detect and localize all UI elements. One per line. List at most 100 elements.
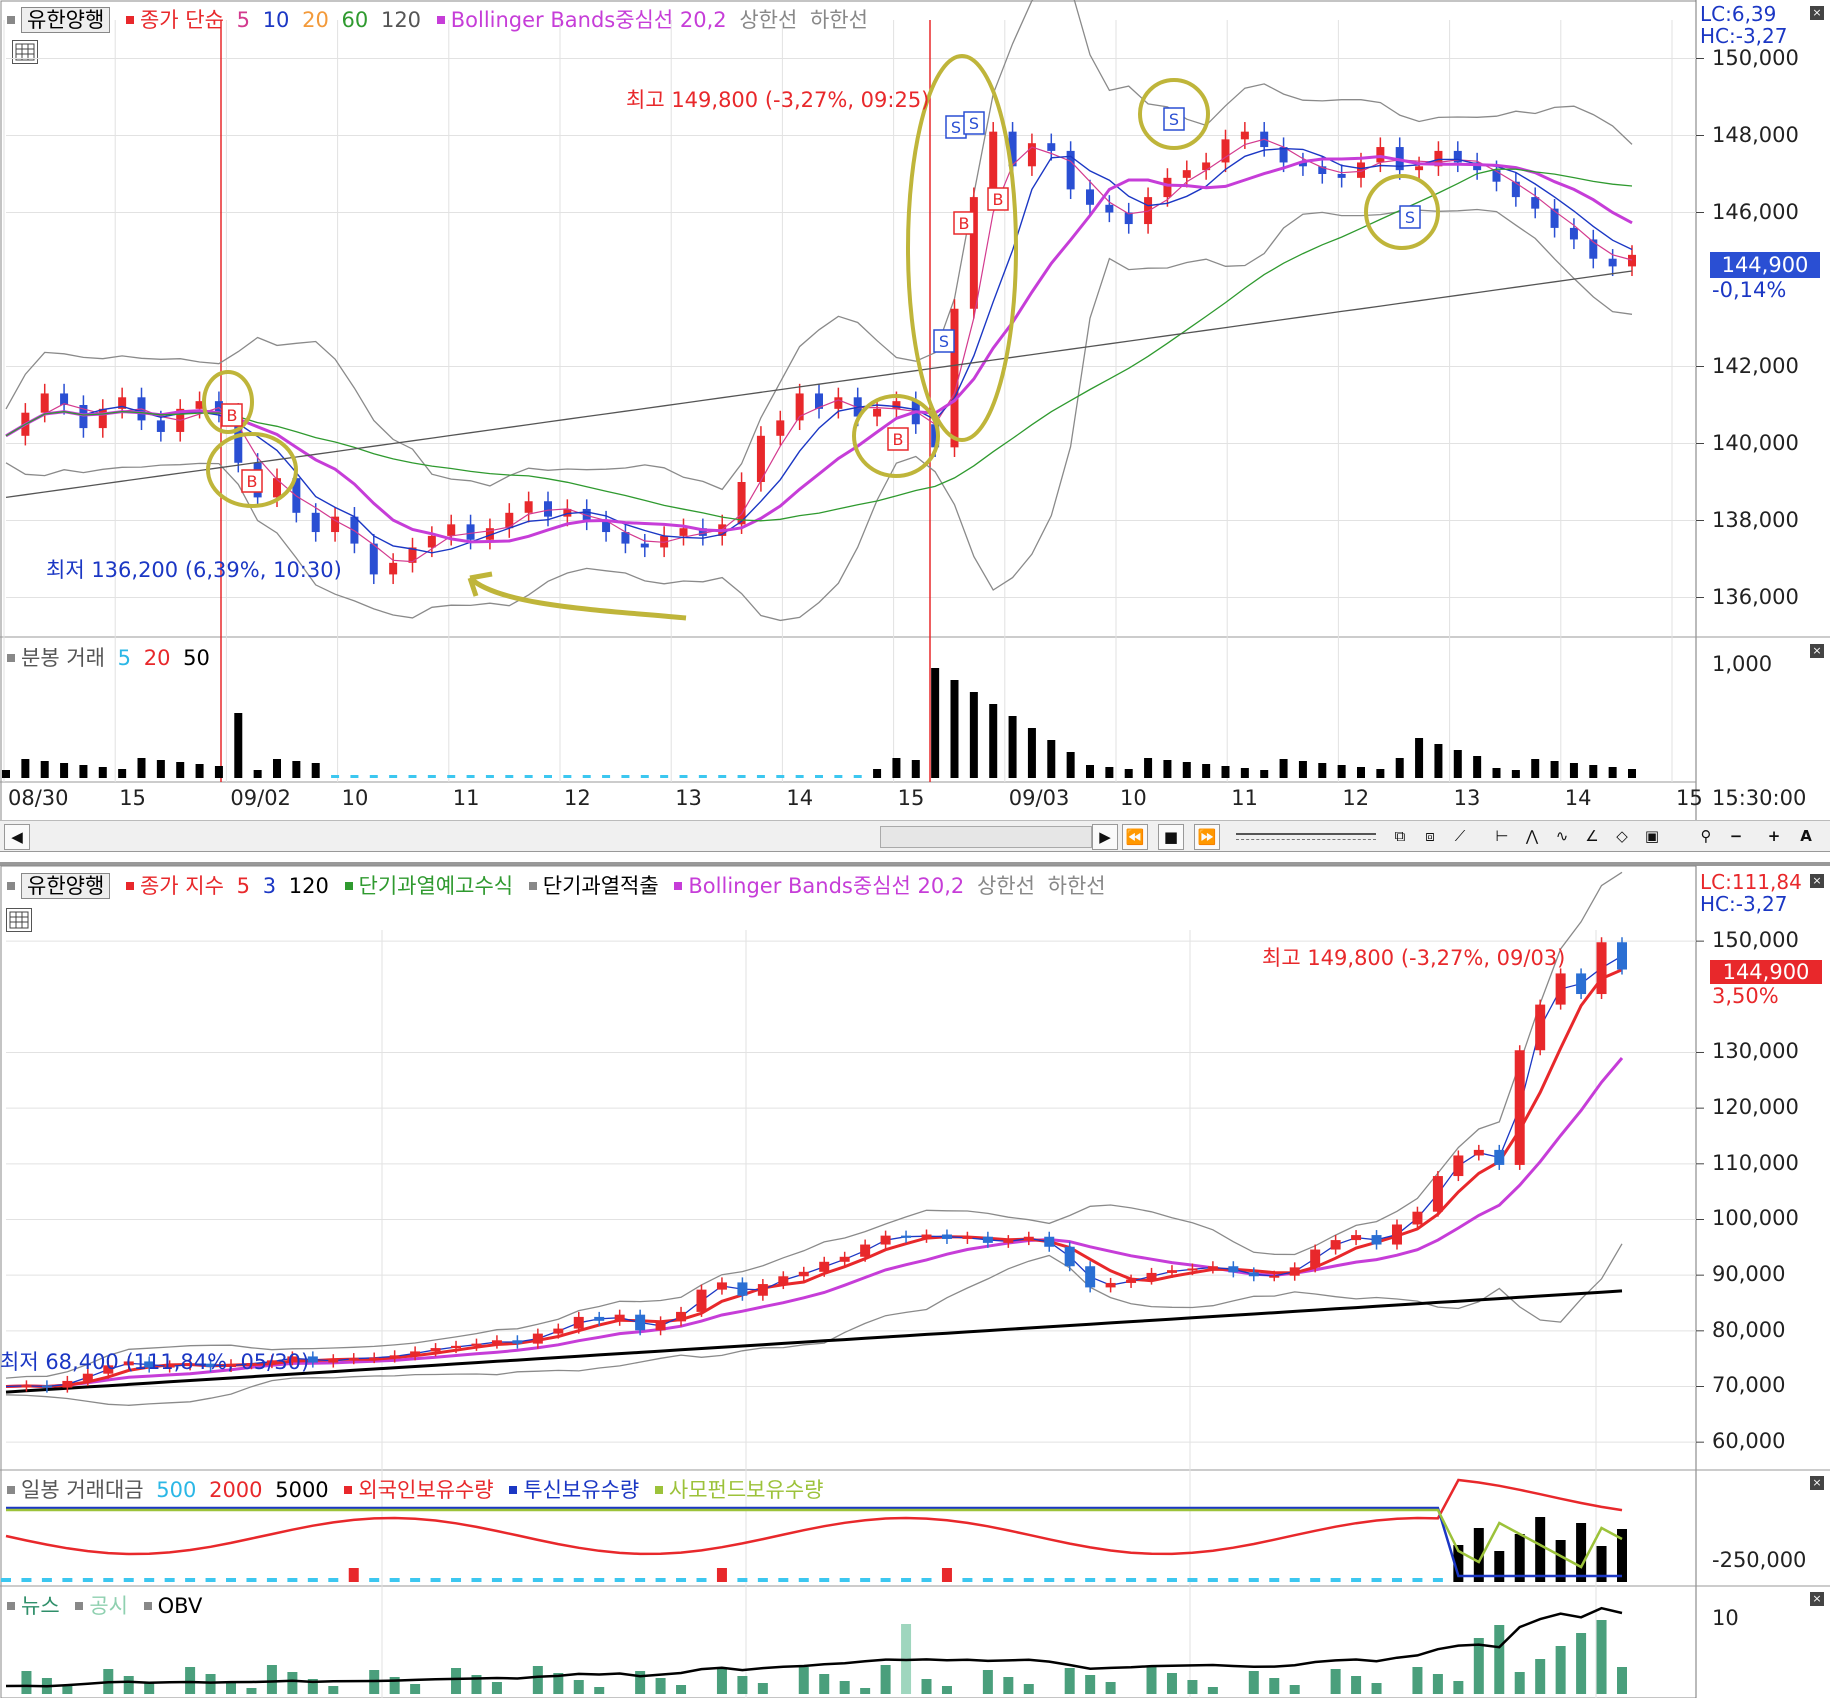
bottom-ma-120[interactable]: 120 bbox=[289, 874, 329, 898]
bottom-y-label: 130,000 bbox=[1712, 1039, 1799, 1064]
bottom-candle-body bbox=[1473, 1149, 1484, 1156]
disclosure-label[interactable]: 공시 bbox=[89, 1594, 128, 1618]
news-bar bbox=[1166, 1673, 1177, 1694]
bottom-candle-body bbox=[512, 1340, 523, 1344]
bottom-bb-upper[interactable]: 상한선 bbox=[977, 874, 1035, 898]
fast-forward-icon[interactable]: ⏩ bbox=[1194, 824, 1220, 850]
news-bar bbox=[1207, 1687, 1218, 1694]
zoom-slider[interactable] bbox=[1236, 833, 1376, 840]
zoom-in-icon[interactable]: + bbox=[1762, 824, 1786, 848]
zoom-out-icon[interactable]: − bbox=[1724, 824, 1748, 848]
pef-holding-label[interactable]: 사모펀드보유수량 bbox=[669, 1478, 824, 1502]
trust-marker-icon bbox=[509, 1486, 518, 1494]
top-vol-ma-50[interactable]: 50 bbox=[183, 646, 210, 670]
bottom-vol-2000[interactable]: 2000 bbox=[209, 1478, 262, 1502]
volume-bar bbox=[331, 775, 340, 778]
overlay-icon[interactable]: ⧈ bbox=[1418, 824, 1442, 848]
volume-close-icon[interactable]: × bbox=[1810, 644, 1824, 658]
bottom-candle-body bbox=[389, 1355, 400, 1358]
obv-label[interactable]: OBV bbox=[158, 1594, 203, 1618]
candle-body bbox=[1376, 147, 1385, 163]
zoom-search-icon[interactable]: ⚲ bbox=[1694, 824, 1718, 848]
horizontal-scrollbar[interactable] bbox=[880, 826, 1092, 848]
trading-value-bar bbox=[287, 1578, 298, 1582]
bottom-y-label: 70,000 bbox=[1712, 1373, 1786, 1398]
trading-value-bar bbox=[266, 1578, 277, 1582]
bottom-bb-label[interactable]: Bollinger Bands중심선 20,2 bbox=[688, 874, 964, 898]
volume-bar bbox=[737, 775, 746, 778]
top-y-label: 142,000 bbox=[1712, 353, 1799, 378]
trading-value-bar bbox=[676, 1578, 687, 1582]
candle-body bbox=[1240, 131, 1249, 140]
volume-bar bbox=[311, 763, 320, 778]
bottom-ma-label[interactable]: 종가 지수 bbox=[140, 874, 224, 898]
ma60-line bbox=[5, 168, 1633, 522]
trading-value-bar bbox=[573, 1578, 584, 1582]
bottom-volume-close-icon[interactable]: × bbox=[1810, 1476, 1824, 1490]
save-chart-icon[interactable]: ▣ bbox=[1640, 824, 1664, 848]
text-tool-icon[interactable]: A bbox=[1794, 824, 1818, 848]
copy-chart-icon[interactable]: ⧉ bbox=[1388, 824, 1412, 848]
bottom-candle-body bbox=[1514, 1050, 1525, 1165]
disclosure-marker-icon bbox=[75, 1602, 84, 1610]
trading-value-bar bbox=[103, 1578, 114, 1582]
top-price-chart[interactable]: BBBBBSSS S S bbox=[0, 0, 1830, 820]
rewind-icon[interactable]: ⏪ bbox=[1122, 824, 1148, 850]
fibo-tool-icon[interactable]: ⋀ bbox=[1520, 824, 1544, 848]
bottom-legend: 유한양행 종가 지수 5 3 120 단기과열예고수식 단기과열적출 Bolli… bbox=[4, 870, 1112, 900]
bottom-vol-5000[interactable]: 5000 bbox=[275, 1478, 328, 1502]
volume-bar bbox=[505, 775, 514, 778]
grid-table-icon-2[interactable] bbox=[6, 908, 32, 932]
trading-value-bar bbox=[369, 1578, 380, 1582]
trading-value-bar bbox=[982, 1578, 993, 1582]
news-close-icon[interactable]: × bbox=[1810, 1592, 1824, 1606]
bottom-candle-body bbox=[1105, 1282, 1116, 1288]
foreign-holding-label[interactable]: 외국인보유수량 bbox=[358, 1478, 493, 1502]
bottom-bb-lower[interactable]: 하한선 bbox=[1048, 874, 1106, 898]
news-bar bbox=[1412, 1667, 1423, 1694]
scroll-left-button[interactable]: ◀ bbox=[4, 824, 30, 850]
obv-marker-icon bbox=[143, 1602, 152, 1610]
bottom-volume-label[interactable]: 일봉 거래대금 bbox=[21, 1478, 144, 1502]
bottom-candle-body bbox=[839, 1256, 850, 1262]
overheat-warn-label[interactable]: 단기과열예고수식 bbox=[359, 874, 514, 898]
bottom-close-icon[interactable]: × bbox=[1810, 874, 1824, 888]
volume-bar bbox=[795, 775, 804, 778]
shape-tool-icon[interactable]: ◇ bbox=[1610, 824, 1634, 848]
grid-table-icon-2-svg bbox=[9, 911, 29, 929]
bottom-ticker-button[interactable]: 유한양행 bbox=[21, 873, 111, 899]
bottom-ma-3[interactable]: 3 bbox=[263, 874, 276, 898]
candle-body bbox=[389, 562, 398, 575]
vol-marker-icon-2 bbox=[7, 1486, 15, 1494]
candle-body bbox=[873, 408, 882, 417]
news-bar bbox=[62, 1685, 73, 1694]
stop-icon[interactable]: ■ bbox=[1158, 824, 1184, 850]
trading-value-bar bbox=[1555, 1540, 1566, 1582]
bottom-candle-body bbox=[1596, 942, 1607, 995]
news-bar bbox=[246, 1688, 257, 1694]
bottom-candle-body bbox=[1391, 1224, 1402, 1245]
bottom-hc: HC:-3,27 bbox=[1700, 892, 1788, 916]
volume-bar bbox=[1337, 765, 1346, 778]
bottom-candle-body bbox=[1187, 1268, 1198, 1271]
top-vol-ma-5[interactable]: 5 bbox=[118, 646, 131, 670]
bottom-vol-500[interactable]: 500 bbox=[156, 1478, 196, 1502]
trading-value-bar bbox=[1003, 1578, 1014, 1582]
trend-tool-icon[interactable]: ⊢ bbox=[1490, 824, 1514, 848]
draw-line-icon[interactable]: ⟋ bbox=[1448, 824, 1472, 848]
top-volume-label[interactable]: 분봉 거래 bbox=[21, 646, 105, 670]
news-label[interactable]: 뉴스 bbox=[21, 1594, 60, 1618]
top-vol-ma-20[interactable]: 20 bbox=[144, 646, 171, 670]
overheat-label[interactable]: 단기과열적출 bbox=[543, 874, 659, 898]
trading-value-bar bbox=[655, 1578, 666, 1582]
chart-toolbar: ◀ ▶ ⏪ ■ ⏩ ⧉ ⧈ ⟋ ⊢ ⋀ ∿ ∠ ◇ ▣ ⚲ − + A bbox=[0, 820, 1830, 852]
bottom-ma-5[interactable]: 5 bbox=[237, 874, 250, 898]
scroll-right-button[interactable]: ▶ bbox=[1092, 824, 1118, 850]
top-x-label: 10 bbox=[341, 786, 369, 810]
wave-tool-icon[interactable]: ∿ bbox=[1550, 824, 1574, 848]
angle-tool-icon[interactable]: ∠ bbox=[1580, 824, 1604, 848]
news-bar bbox=[369, 1670, 380, 1694]
panel-divider[interactable] bbox=[0, 862, 1830, 866]
trust-holding-label[interactable]: 투신보유수량 bbox=[523, 1478, 639, 1502]
trading-value-bar bbox=[819, 1578, 830, 1582]
